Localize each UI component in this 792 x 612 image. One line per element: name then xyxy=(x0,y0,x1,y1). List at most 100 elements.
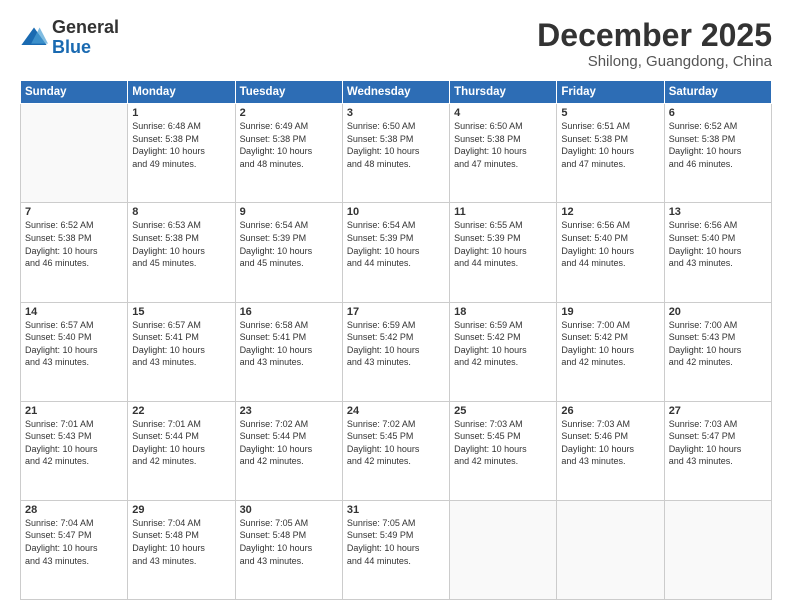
day-number: 24 xyxy=(347,405,445,417)
day-cell: 11Sunrise: 6:55 AM Sunset: 5:39 PM Dayli… xyxy=(450,203,557,302)
calendar-header: SundayMondayTuesdayWednesdayThursdayFrid… xyxy=(21,81,772,104)
day-info: Sunrise: 6:55 AM Sunset: 5:39 PM Dayligh… xyxy=(454,219,552,269)
header-cell-thursday: Thursday xyxy=(450,81,557,104)
day-cell: 25Sunrise: 7:03 AM Sunset: 5:45 PM Dayli… xyxy=(450,401,557,500)
location-subtitle: Shilong, Guangdong, China xyxy=(537,53,772,70)
header-cell-monday: Monday xyxy=(128,81,235,104)
day-number: 16 xyxy=(240,306,338,318)
day-number: 4 xyxy=(454,107,552,119)
day-cell: 9Sunrise: 6:54 AM Sunset: 5:39 PM Daylig… xyxy=(235,203,342,302)
week-row-3: 14Sunrise: 6:57 AM Sunset: 5:40 PM Dayli… xyxy=(21,302,772,401)
day-info: Sunrise: 6:50 AM Sunset: 5:38 PM Dayligh… xyxy=(454,120,552,170)
day-cell: 6Sunrise: 6:52 AM Sunset: 5:38 PM Daylig… xyxy=(664,104,771,203)
logo-text: General Blue xyxy=(52,18,119,58)
day-number: 25 xyxy=(454,405,552,417)
day-info: Sunrise: 6:54 AM Sunset: 5:39 PM Dayligh… xyxy=(240,219,338,269)
day-number: 6 xyxy=(669,107,767,119)
day-number: 9 xyxy=(240,206,338,218)
month-title: December 2025 xyxy=(537,18,772,53)
day-number: 21 xyxy=(25,405,123,417)
header-cell-tuesday: Tuesday xyxy=(235,81,342,104)
day-info: Sunrise: 6:57 AM Sunset: 5:40 PM Dayligh… xyxy=(25,319,123,369)
day-cell: 2Sunrise: 6:49 AM Sunset: 5:38 PM Daylig… xyxy=(235,104,342,203)
day-info: Sunrise: 7:04 AM Sunset: 5:48 PM Dayligh… xyxy=(132,517,230,567)
header: General Blue December 2025 Shilong, Guan… xyxy=(20,18,772,70)
day-cell: 28Sunrise: 7:04 AM Sunset: 5:47 PM Dayli… xyxy=(21,500,128,599)
day-info: Sunrise: 7:05 AM Sunset: 5:48 PM Dayligh… xyxy=(240,517,338,567)
week-row-4: 21Sunrise: 7:01 AM Sunset: 5:43 PM Dayli… xyxy=(21,401,772,500)
day-info: Sunrise: 6:51 AM Sunset: 5:38 PM Dayligh… xyxy=(561,120,659,170)
logo-blue: Blue xyxy=(52,38,119,58)
day-info: Sunrise: 7:00 AM Sunset: 5:43 PM Dayligh… xyxy=(669,319,767,369)
day-number: 20 xyxy=(669,306,767,318)
day-info: Sunrise: 7:05 AM Sunset: 5:49 PM Dayligh… xyxy=(347,517,445,567)
day-number: 10 xyxy=(347,206,445,218)
week-row-5: 28Sunrise: 7:04 AM Sunset: 5:47 PM Dayli… xyxy=(21,500,772,599)
title-block: December 2025 Shilong, Guangdong, China xyxy=(537,18,772,70)
day-number: 13 xyxy=(669,206,767,218)
day-cell xyxy=(664,500,771,599)
day-number: 15 xyxy=(132,306,230,318)
day-cell: 16Sunrise: 6:58 AM Sunset: 5:41 PM Dayli… xyxy=(235,302,342,401)
day-number: 12 xyxy=(561,206,659,218)
day-info: Sunrise: 6:49 AM Sunset: 5:38 PM Dayligh… xyxy=(240,120,338,170)
day-number: 28 xyxy=(25,504,123,516)
day-cell: 1Sunrise: 6:48 AM Sunset: 5:38 PM Daylig… xyxy=(128,104,235,203)
header-cell-sunday: Sunday xyxy=(21,81,128,104)
day-info: Sunrise: 6:59 AM Sunset: 5:42 PM Dayligh… xyxy=(347,319,445,369)
day-info: Sunrise: 6:50 AM Sunset: 5:38 PM Dayligh… xyxy=(347,120,445,170)
day-cell: 15Sunrise: 6:57 AM Sunset: 5:41 PM Dayli… xyxy=(128,302,235,401)
day-number: 1 xyxy=(132,107,230,119)
day-cell: 14Sunrise: 6:57 AM Sunset: 5:40 PM Dayli… xyxy=(21,302,128,401)
day-cell: 17Sunrise: 6:59 AM Sunset: 5:42 PM Dayli… xyxy=(342,302,449,401)
day-info: Sunrise: 6:54 AM Sunset: 5:39 PM Dayligh… xyxy=(347,219,445,269)
day-cell: 30Sunrise: 7:05 AM Sunset: 5:48 PM Dayli… xyxy=(235,500,342,599)
day-info: Sunrise: 7:03 AM Sunset: 5:46 PM Dayligh… xyxy=(561,418,659,468)
day-info: Sunrise: 7:01 AM Sunset: 5:44 PM Dayligh… xyxy=(132,418,230,468)
day-info: Sunrise: 6:56 AM Sunset: 5:40 PM Dayligh… xyxy=(561,219,659,269)
day-cell: 31Sunrise: 7:05 AM Sunset: 5:49 PM Dayli… xyxy=(342,500,449,599)
day-cell: 19Sunrise: 7:00 AM Sunset: 5:42 PM Dayli… xyxy=(557,302,664,401)
day-info: Sunrise: 7:01 AM Sunset: 5:43 PM Dayligh… xyxy=(25,418,123,468)
day-number: 29 xyxy=(132,504,230,516)
day-cell xyxy=(450,500,557,599)
day-number: 19 xyxy=(561,306,659,318)
day-number: 22 xyxy=(132,405,230,417)
day-info: Sunrise: 6:52 AM Sunset: 5:38 PM Dayligh… xyxy=(669,120,767,170)
header-cell-friday: Friday xyxy=(557,81,664,104)
day-number: 8 xyxy=(132,206,230,218)
day-info: Sunrise: 6:53 AM Sunset: 5:38 PM Dayligh… xyxy=(132,219,230,269)
day-cell: 29Sunrise: 7:04 AM Sunset: 5:48 PM Dayli… xyxy=(128,500,235,599)
day-number: 2 xyxy=(240,107,338,119)
header-cell-wednesday: Wednesday xyxy=(342,81,449,104)
calendar-table: SundayMondayTuesdayWednesdayThursdayFrid… xyxy=(20,80,772,600)
day-number: 3 xyxy=(347,107,445,119)
day-cell: 10Sunrise: 6:54 AM Sunset: 5:39 PM Dayli… xyxy=(342,203,449,302)
day-cell: 8Sunrise: 6:53 AM Sunset: 5:38 PM Daylig… xyxy=(128,203,235,302)
calendar-body: 1Sunrise: 6:48 AM Sunset: 5:38 PM Daylig… xyxy=(21,104,772,600)
day-number: 7 xyxy=(25,206,123,218)
day-cell: 4Sunrise: 6:50 AM Sunset: 5:38 PM Daylig… xyxy=(450,104,557,203)
day-info: Sunrise: 7:02 AM Sunset: 5:45 PM Dayligh… xyxy=(347,418,445,468)
day-number: 5 xyxy=(561,107,659,119)
day-number: 27 xyxy=(669,405,767,417)
day-cell: 13Sunrise: 6:56 AM Sunset: 5:40 PM Dayli… xyxy=(664,203,771,302)
day-cell: 12Sunrise: 6:56 AM Sunset: 5:40 PM Dayli… xyxy=(557,203,664,302)
day-number: 11 xyxy=(454,206,552,218)
header-row: SundayMondayTuesdayWednesdayThursdayFrid… xyxy=(21,81,772,104)
day-info: Sunrise: 7:03 AM Sunset: 5:47 PM Dayligh… xyxy=(669,418,767,468)
day-cell xyxy=(21,104,128,203)
day-info: Sunrise: 6:58 AM Sunset: 5:41 PM Dayligh… xyxy=(240,319,338,369)
day-info: Sunrise: 6:48 AM Sunset: 5:38 PM Dayligh… xyxy=(132,120,230,170)
day-cell: 22Sunrise: 7:01 AM Sunset: 5:44 PM Dayli… xyxy=(128,401,235,500)
week-row-2: 7Sunrise: 6:52 AM Sunset: 5:38 PM Daylig… xyxy=(21,203,772,302)
day-info: Sunrise: 7:00 AM Sunset: 5:42 PM Dayligh… xyxy=(561,319,659,369)
day-number: 17 xyxy=(347,306,445,318)
day-info: Sunrise: 7:03 AM Sunset: 5:45 PM Dayligh… xyxy=(454,418,552,468)
day-info: Sunrise: 6:57 AM Sunset: 5:41 PM Dayligh… xyxy=(132,319,230,369)
page: General Blue December 2025 Shilong, Guan… xyxy=(0,0,792,612)
day-info: Sunrise: 7:02 AM Sunset: 5:44 PM Dayligh… xyxy=(240,418,338,468)
day-cell: 5Sunrise: 6:51 AM Sunset: 5:38 PM Daylig… xyxy=(557,104,664,203)
day-info: Sunrise: 6:59 AM Sunset: 5:42 PM Dayligh… xyxy=(454,319,552,369)
day-info: Sunrise: 7:04 AM Sunset: 5:47 PM Dayligh… xyxy=(25,517,123,567)
